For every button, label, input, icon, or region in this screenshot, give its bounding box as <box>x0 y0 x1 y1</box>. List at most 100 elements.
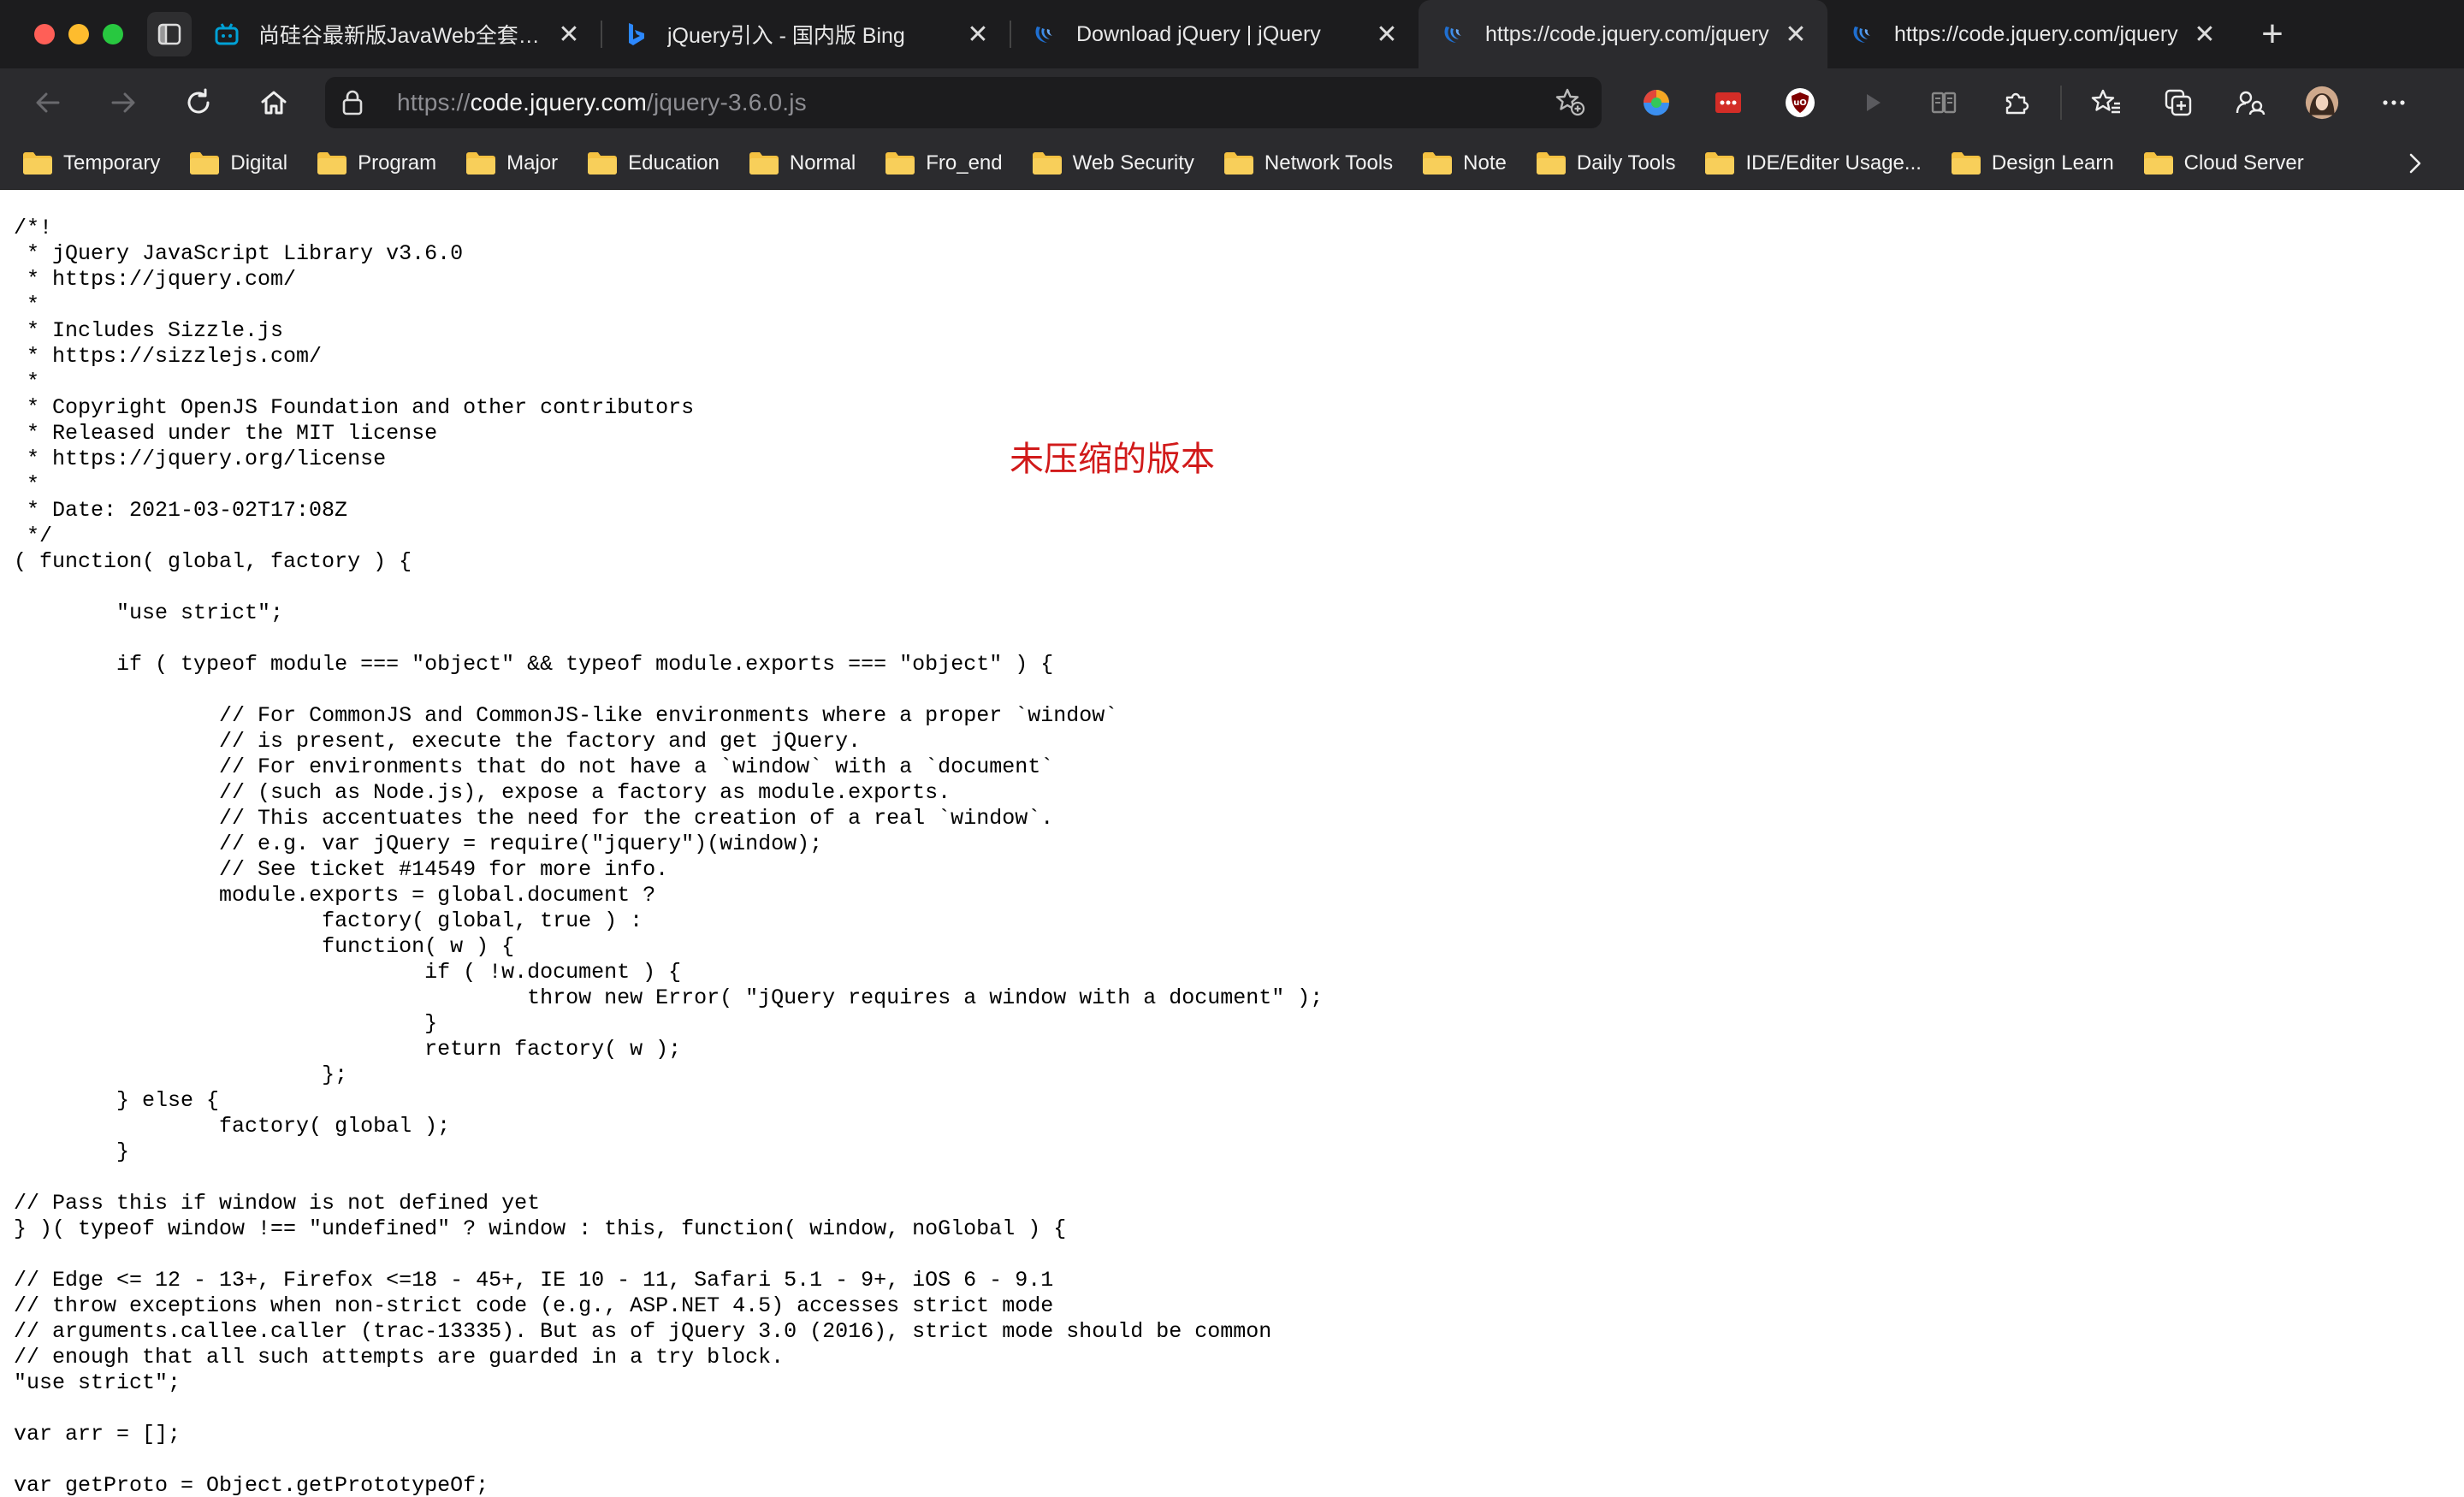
tab-strip: 尚硅谷最新版JavaWeb全套教程 ✕ jQuery引入 - 国内版 Bing … <box>0 0 2464 68</box>
jquery-icon <box>1441 21 1466 47</box>
add-favorite-icon[interactable] <box>1552 84 1586 122</box>
window-controls <box>34 24 130 44</box>
bookmark-label: Digital <box>230 151 288 175</box>
bookmarks-overflow-button[interactable] <box>2401 149 2430 178</box>
tab[interactable]: https://code.jquery.com/jquery ✕ <box>1827 0 2236 68</box>
profile-sync-icon[interactable] <box>2214 68 2286 137</box>
folder-icon <box>749 151 779 175</box>
bookmark-label: Temporary <box>63 151 161 175</box>
tab-actions-icon <box>157 23 181 45</box>
forward-button[interactable] <box>86 68 161 137</box>
tab-close-icon[interactable]: ✕ <box>2192 20 2218 50</box>
bookmark-folder[interactable]: Temporary <box>22 151 160 175</box>
url-text: https://code.jquery.com/jquery-3.6.0.js <box>397 89 1552 116</box>
svg-text:uO: uO <box>1793 98 1807 108</box>
bookmark-label: Major <box>506 151 559 175</box>
home-icon <box>261 91 287 115</box>
ublock-icon[interactable]: uO <box>1764 68 1836 137</box>
folder-icon <box>1705 151 1735 175</box>
url-path: /jquery-3.6.0.js <box>647 89 807 115</box>
play-icon[interactable] <box>1836 68 1908 137</box>
tab-title: jQuery引入 - 国内版 Bing <box>667 24 905 48</box>
bookmark-folder[interactable]: Normal <box>749 151 856 175</box>
more-icon[interactable] <box>2358 68 2430 137</box>
bookmark-folder[interactable]: Daily Tools <box>1536 151 1676 175</box>
folder-icon <box>23 151 52 175</box>
tab-title: Download jQuery | jQuery <box>1076 21 1321 46</box>
avatar[interactable] <box>2286 68 2358 137</box>
folder-icon <box>1223 151 1253 175</box>
bookmark-folder[interactable]: IDE/Editer Usage... <box>1704 151 1922 175</box>
address-bar[interactable]: https://code.jquery.com/jquery-3.6.0.js <box>325 77 1602 128</box>
forward-icon <box>111 92 135 113</box>
bookmark-folder[interactable]: Education <box>587 151 720 175</box>
zoom-window-button[interactable] <box>103 24 123 44</box>
back-button[interactable] <box>10 68 86 137</box>
bookmark-label: Note <box>1463 151 1507 175</box>
tab[interactable]: 尚硅谷最新版JavaWeb全套教程 ✕ <box>192 0 601 68</box>
tab[interactable]: jQuery引入 - 国内版 Bing ✕ <box>601 0 1010 68</box>
lock-icon[interactable] <box>341 88 375 117</box>
bookmark-folder[interactable]: Design Learn <box>1951 151 2114 175</box>
bookmark-folder[interactable]: Program <box>317 151 436 175</box>
refresh-button[interactable] <box>161 68 236 137</box>
tab-close-icon[interactable]: ✕ <box>1783 20 1809 50</box>
extensions-icon[interactable] <box>1980 68 2052 137</box>
tab[interactable]: Download jQuery | jQuery ✕ <box>1010 0 1419 68</box>
bookmark-folder[interactable]: Network Tools <box>1223 151 1393 175</box>
minimize-window-button[interactable] <box>68 24 89 44</box>
bookmark-folder[interactable]: Cloud Server <box>2143 151 2304 175</box>
tab-title: https://code.jquery.com/jquery <box>1485 21 1769 46</box>
tab-close-icon[interactable]: ✕ <box>965 20 991 50</box>
folder-icon <box>886 151 915 175</box>
bilibili-icon <box>214 21 240 47</box>
bookmark-folder[interactable]: Major <box>465 151 558 175</box>
url-scheme: https:// <box>397 89 471 115</box>
reader-icon[interactable] <box>1908 68 1980 137</box>
bookmark-label: Cloud Server <box>2183 151 2304 175</box>
jquery-icon <box>1032 21 1057 47</box>
new-tab-button[interactable]: + <box>2247 13 2298 56</box>
close-window-button[interactable] <box>34 24 55 44</box>
bookmark-label: Fro_end <box>926 151 1003 175</box>
folder-icon <box>588 151 618 175</box>
folder-icon <box>1032 151 1062 175</box>
bookmark-label: Design Learn <box>1991 151 2114 175</box>
bookmark-folder[interactable]: Fro_end <box>885 151 1003 175</box>
folder-icon <box>317 151 347 175</box>
refresh-icon <box>187 88 210 114</box>
bookmarks-bar: Temporary Digital Program Major Educatio… <box>0 137 2464 190</box>
favorites-icon[interactable] <box>2070 68 2142 137</box>
page-content: /*! * jQuery JavaScript Library v3.6.0 *… <box>0 190 2464 1497</box>
collections-icon[interactable] <box>2142 68 2214 137</box>
bing-icon <box>623 21 649 47</box>
source-code: /*! * jQuery JavaScript Library v3.6.0 *… <box>14 216 1324 1497</box>
toolbar: https://code.jquery.com/jquery-3.6.0.js … <box>0 68 2464 137</box>
url-host: code.jquery.com <box>470 89 648 115</box>
bookmark-label: Daily Tools <box>1576 151 1676 175</box>
tab-actions-button[interactable] <box>147 12 192 56</box>
bookmark-folder[interactable]: Note <box>1422 151 1507 175</box>
jquery-icon <box>1850 21 1875 47</box>
tab-close-icon[interactable]: ✕ <box>1374 20 1400 50</box>
annotation-text: 未压缩的版本 <box>1010 440 1215 479</box>
folder-icon <box>190 151 220 175</box>
bookmark-label: Web Security <box>1072 151 1194 175</box>
bookmark-label: Program <box>358 151 437 175</box>
home-button[interactable] <box>236 68 311 137</box>
bookmark-folder[interactable]: Web Security <box>1032 151 1194 175</box>
bookmark-folder[interactable]: Digital <box>189 151 287 175</box>
color-extension-icon[interactable] <box>1620 68 1692 137</box>
bookmark-label: Network Tools <box>1264 151 1394 175</box>
back-icon <box>36 92 60 113</box>
tab-title: 尚硅谷最新版JavaWeb全套教程 <box>258 24 546 48</box>
bookmark-label: Normal <box>789 151 856 175</box>
tab-active[interactable]: https://code.jquery.com/jquery ✕ <box>1419 0 1827 68</box>
bookmark-label: IDE/Editer Usage... <box>1745 151 1922 175</box>
folder-icon <box>466 151 496 175</box>
folder-icon <box>1423 151 1453 175</box>
bookmark-label: Education <box>628 151 720 175</box>
tab-title: https://code.jquery.com/jquery <box>1894 21 2178 46</box>
lastpass-icon[interactable] <box>1692 68 1764 137</box>
tab-close-icon[interactable]: ✕ <box>556 20 582 50</box>
